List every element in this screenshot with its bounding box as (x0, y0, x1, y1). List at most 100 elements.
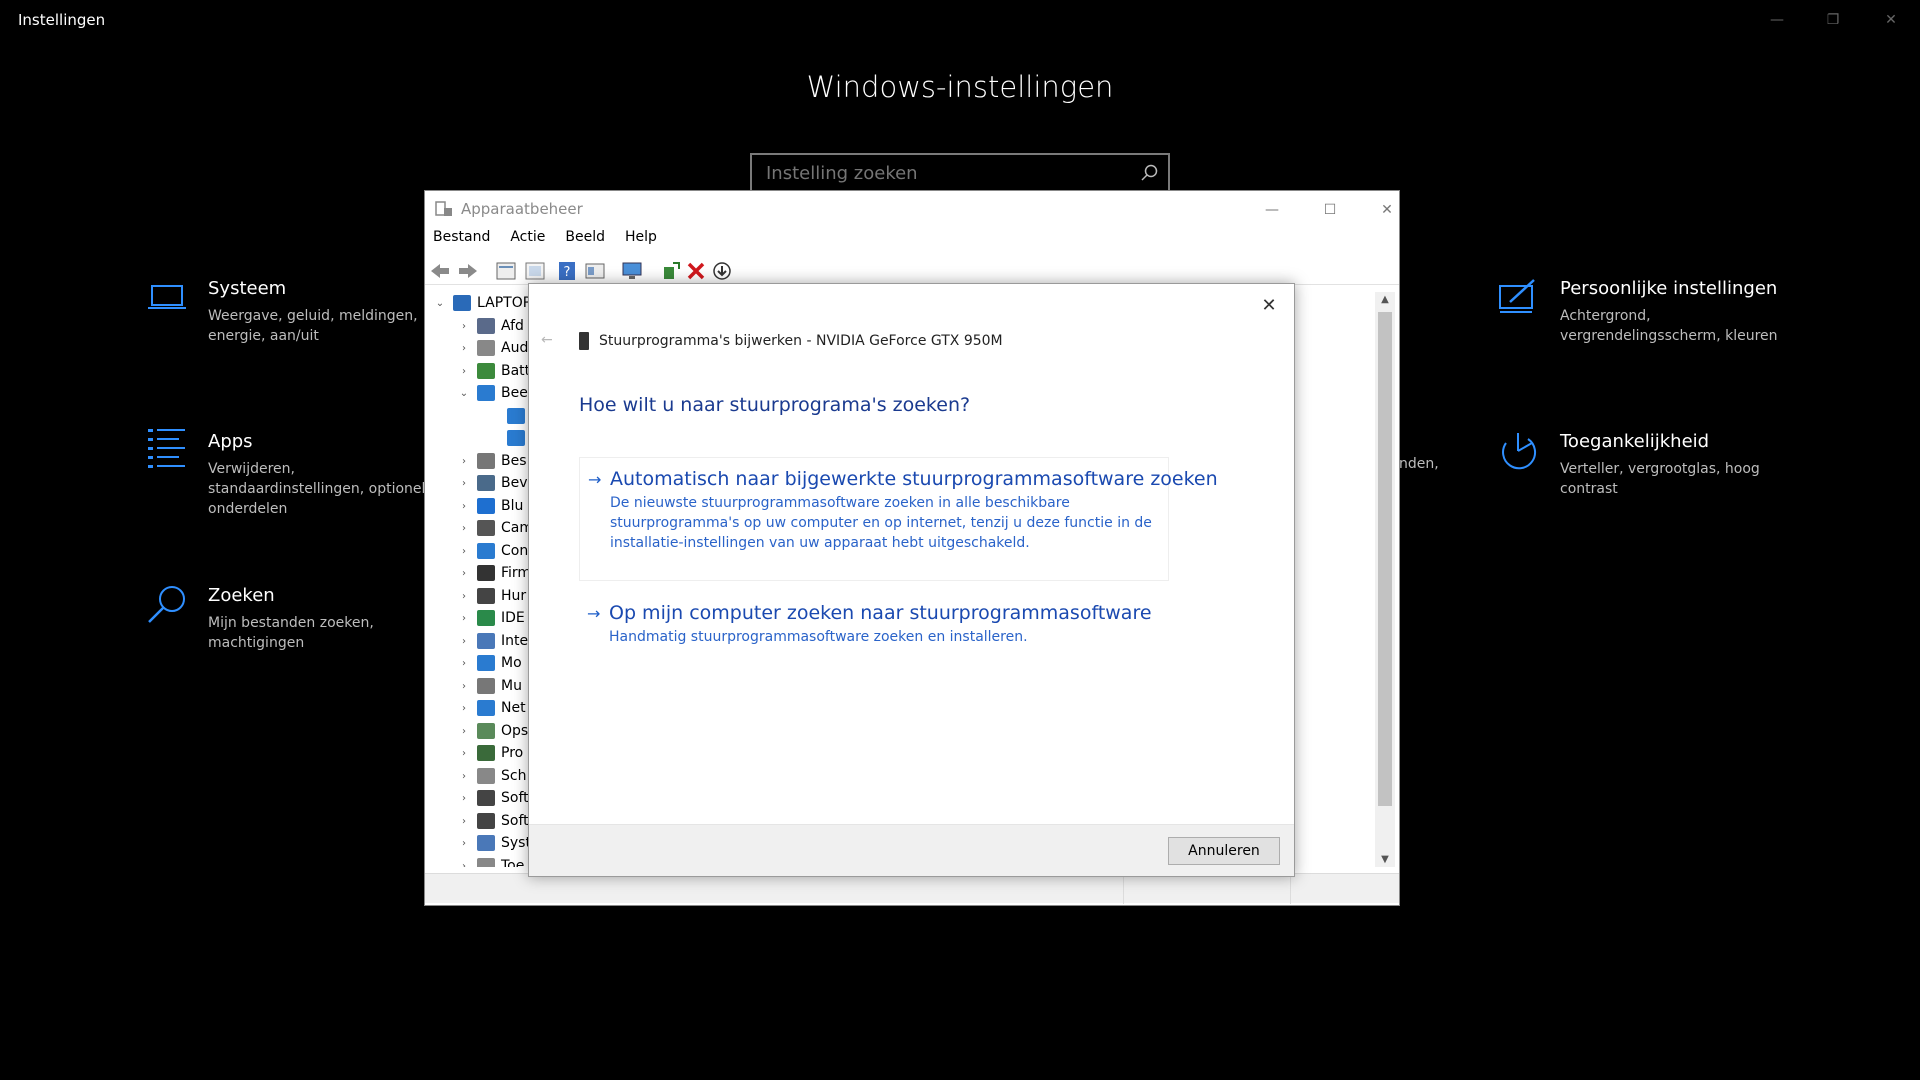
auto-search-option[interactable]: → Automatisch naar bijgewerkte stuurprog… (579, 457, 1218, 581)
device-category-icon (507, 408, 525, 424)
device-category-icon (477, 633, 495, 649)
apps-list-icon (148, 429, 185, 468)
tree-label: Aud (501, 340, 529, 356)
uninstall-device-icon[interactable] (685, 261, 707, 281)
dialog-caption-text: Stuurprogramma's bijwerken - NVIDIA GeFo… (599, 333, 1003, 349)
tree-item[interactable]: › Bev (457, 472, 528, 494)
tree-item[interactable]: › Mo (457, 652, 522, 674)
chevron-right-icon[interactable]: › (457, 748, 471, 759)
cancel-button[interactable]: Annuleren (1168, 837, 1280, 865)
tree-item[interactable] (487, 405, 531, 427)
chevron-down-icon[interactable]: ⌄ (433, 298, 447, 309)
chevron-right-icon[interactable]: › (457, 613, 471, 624)
chevron-right-icon[interactable]: › (457, 703, 471, 714)
chevron-right-icon[interactable]: › (457, 501, 471, 512)
tree-item[interactable] (487, 427, 531, 449)
forward-arrow-icon[interactable] (457, 261, 479, 281)
category-title: Persoonlijke instellingen (1560, 278, 1778, 299)
update-driver-icon[interactable] (659, 261, 681, 281)
chevron-right-icon[interactable]: › (457, 838, 471, 849)
tree-item[interactable]: › Ops (457, 720, 528, 742)
close-button[interactable]: ✕ (1367, 197, 1407, 223)
help-icon[interactable]: ? (556, 261, 578, 281)
menu-help[interactable]: Help (625, 229, 657, 253)
back-arrow-icon[interactable]: ← (541, 332, 553, 348)
tree-item[interactable]: › IDE (457, 607, 525, 629)
chevron-right-icon[interactable]: › (457, 591, 471, 602)
tree-item[interactable]: ⌄ Bee (457, 382, 528, 404)
restore-button[interactable]: ❐ (1810, 6, 1856, 34)
tree-item[interactable]: › Firm (457, 562, 531, 584)
minimize-button[interactable]: — (1252, 197, 1292, 223)
chevron-right-icon[interactable]: › (457, 478, 471, 489)
chevron-right-icon[interactable]: › (457, 568, 471, 579)
device-category-icon (477, 610, 495, 626)
tree-item[interactable]: › Toe (457, 855, 524, 867)
computer-icon (453, 295, 471, 311)
menu-bestand[interactable]: Bestand (433, 229, 490, 253)
dialog-close-button[interactable]: ✕ (1256, 292, 1282, 318)
category-desc: Verteller, vergrootglas, hoog contrast (1560, 461, 1760, 497)
tree-item[interactable]: › Hur (457, 585, 526, 607)
chevron-right-icon[interactable]: › (457, 321, 471, 332)
minimize-button[interactable]: — (1754, 6, 1800, 34)
chevron-right-icon[interactable]: › (457, 658, 471, 669)
category-desc: Weergave, geluid, meldingen, energie, aa… (208, 308, 418, 344)
properties-icon[interactable] (495, 261, 517, 281)
tree-item[interactable]: › Mu (457, 675, 522, 697)
device-category-icon (477, 723, 495, 739)
category-title: Zoeken (208, 585, 275, 606)
close-button[interactable]: ✕ (1868, 6, 1914, 34)
chevron-right-icon[interactable]: › (457, 546, 471, 557)
resources-icon[interactable] (524, 261, 546, 281)
scroll-thumb[interactable] (1378, 312, 1392, 806)
download-icon[interactable] (711, 261, 733, 281)
chevron-right-icon[interactable]: › (457, 366, 471, 377)
chevron-right-icon[interactable]: › (457, 636, 471, 647)
option-title: Automatisch naar bijgewerkte stuurprogra… (610, 468, 1218, 490)
tree-item[interactable]: › Bes (457, 450, 527, 472)
chevron-right-icon[interactable]: › (457, 793, 471, 804)
menu-actie[interactable]: Actie (510, 229, 545, 253)
tree-item[interactable]: › Soft (457, 787, 529, 809)
tree-item[interactable]: › Inte (457, 630, 528, 652)
chevron-right-icon[interactable]: › (457, 456, 471, 467)
chevron-down-icon[interactable]: ⌄ (457, 388, 471, 399)
scroll-down-icon[interactable]: ▼ (1375, 854, 1395, 865)
tree-item[interactable]: › Batt (457, 360, 530, 382)
chevron-right-icon[interactable]: › (457, 726, 471, 737)
maximize-button[interactable]: ☐ (1310, 197, 1350, 223)
chevron-right-icon[interactable]: › (457, 523, 471, 534)
chevron-right-icon[interactable]: › (457, 861, 471, 868)
tree-item[interactable]: › Pro (457, 742, 523, 764)
tree-label: Ops (501, 723, 529, 739)
search-icon[interactable] (1140, 163, 1160, 183)
view-icon[interactable] (584, 261, 606, 281)
tree-item[interactable]: › Con (457, 540, 528, 562)
chevron-right-icon[interactable]: › (457, 816, 471, 827)
settings-search-box[interactable] (750, 153, 1170, 193)
search-input[interactable] (752, 155, 1122, 191)
chevron-right-icon[interactable]: › (457, 771, 471, 782)
category-desc: Verwijderen, standaardinstellingen, opti… (208, 461, 435, 517)
tree-item[interactable]: › Net (457, 697, 526, 719)
vertical-scrollbar[interactable]: ▲ ▼ (1375, 292, 1395, 867)
browse-computer-option[interactable]: → Op mijn computer zoeken naar stuurprog… (579, 592, 1169, 652)
chevron-right-icon[interactable]: › (457, 343, 471, 354)
tree-item[interactable]: › Aud (457, 337, 528, 359)
tree-item[interactable]: › Sch (457, 765, 526, 787)
tree-item[interactable]: › Cam (457, 517, 533, 539)
menu-beeld[interactable]: Beeld (565, 229, 605, 253)
tree-item[interactable]: › Blu (457, 495, 523, 517)
tree-item[interactable]: › Afd (457, 315, 524, 337)
scan-hardware-icon[interactable] (621, 261, 643, 281)
scroll-up-icon[interactable]: ▲ (1375, 294, 1395, 305)
tree-root[interactable]: ⌄ LAPTOP (433, 292, 531, 314)
back-arrow-icon[interactable] (429, 261, 451, 281)
tree-label: Sch (501, 768, 527, 784)
dialog-footer: Annuleren (529, 824, 1294, 876)
chevron-right-icon[interactable]: › (457, 681, 471, 692)
tree-item[interactable]: › Syst (457, 832, 531, 854)
update-driver-dialog: ✕ ← Stuurprogramma's bijwerken - NVIDIA … (528, 283, 1295, 877)
tree-item[interactable]: › Soft (457, 810, 529, 832)
